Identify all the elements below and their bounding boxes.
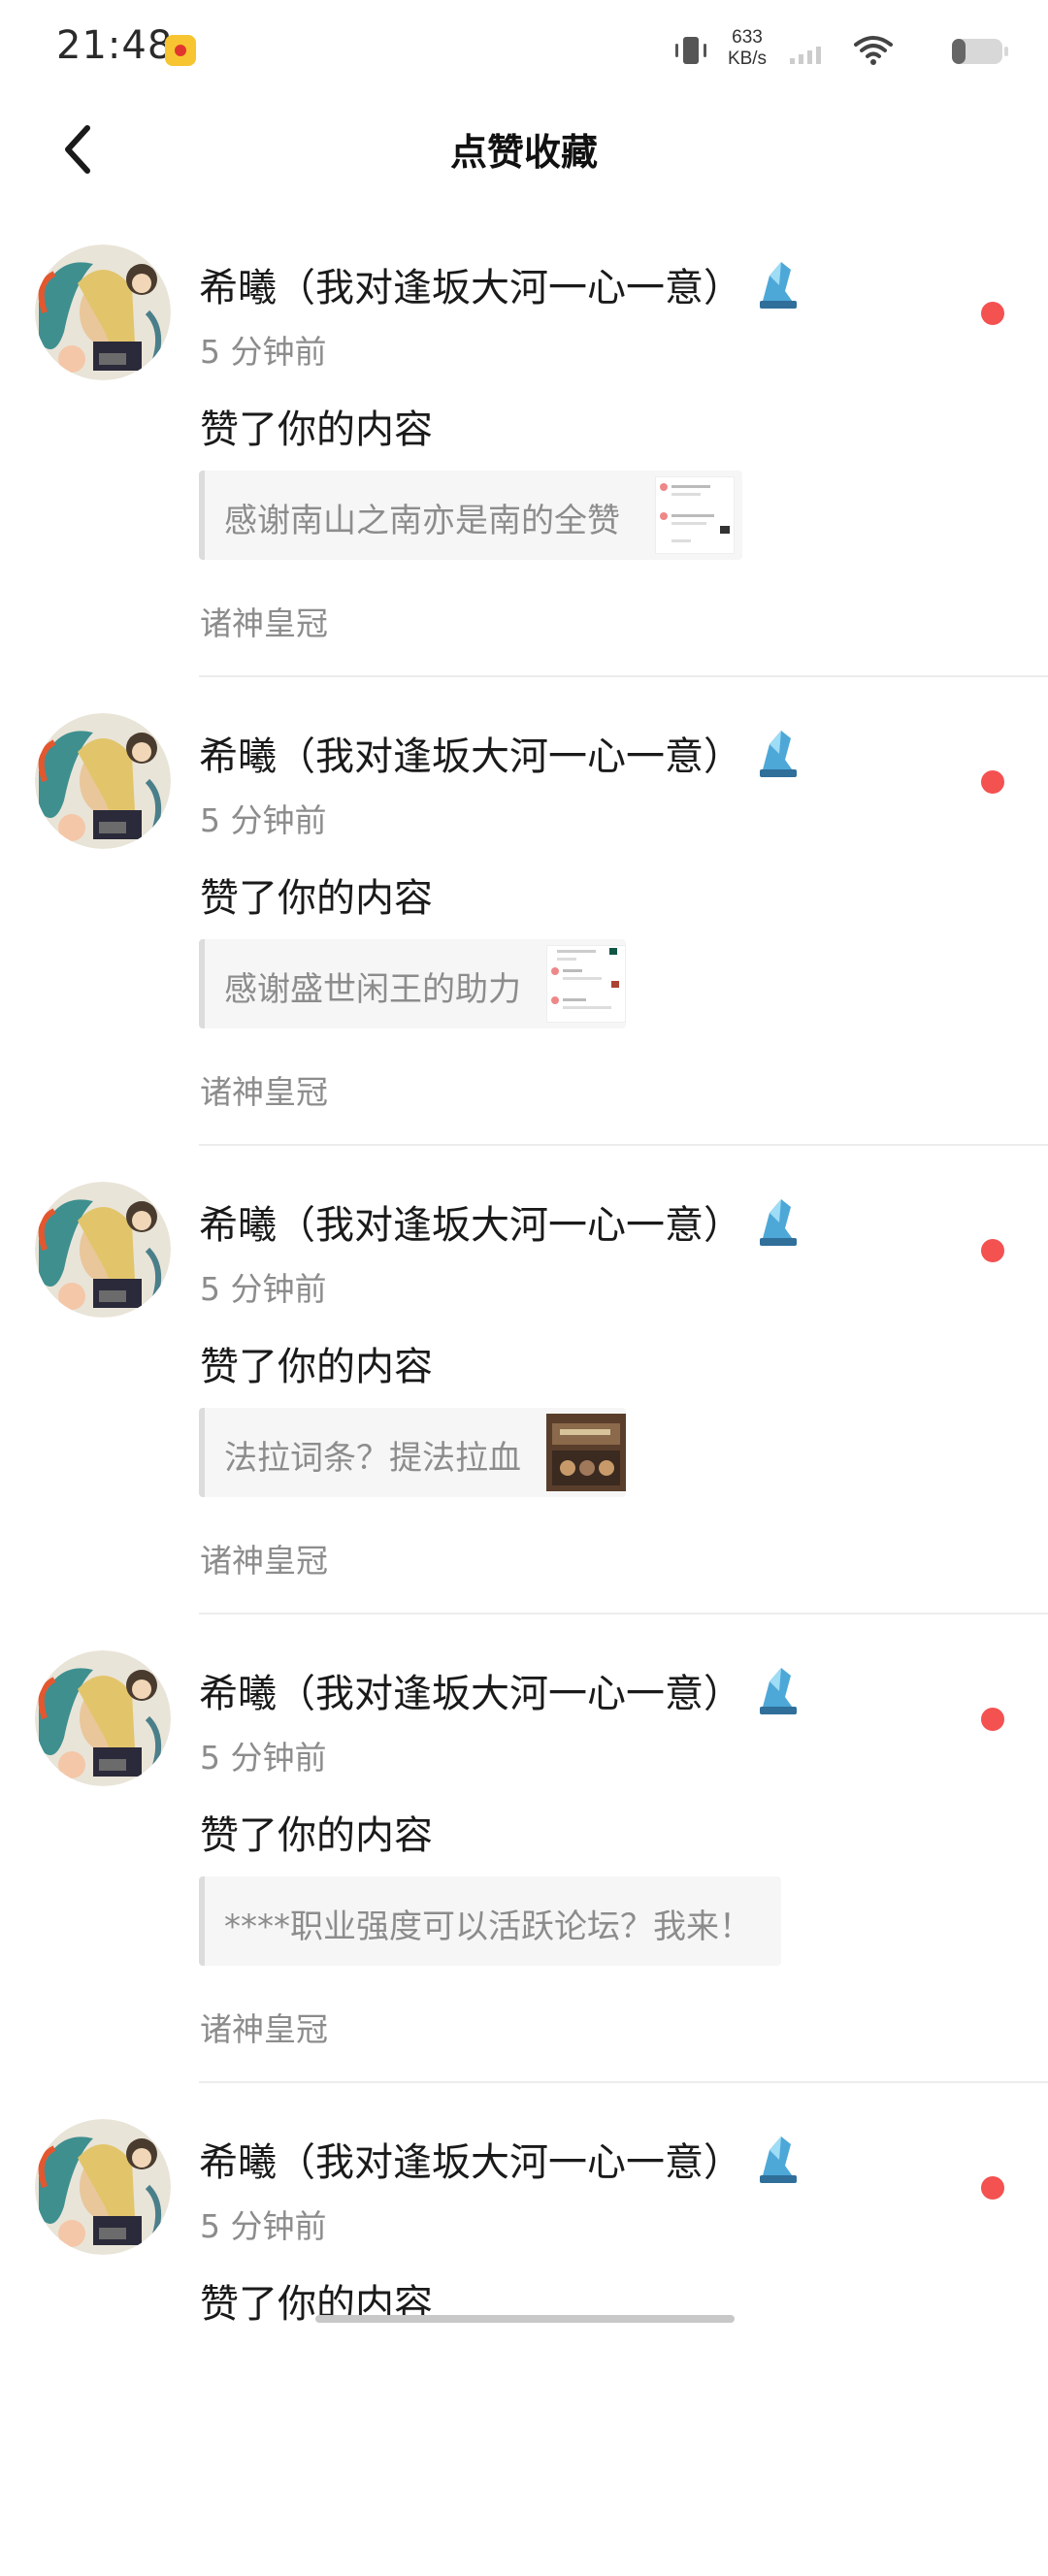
avatar[interactable] (35, 245, 171, 380)
unread-dot (981, 770, 1004, 794)
divider (199, 675, 1048, 677)
unread-dot (981, 2176, 1004, 2200)
quote-text: 法拉词条？提法拉血 (224, 1439, 521, 1478)
divider (199, 1144, 1048, 1146)
status-icons: 633 KB/s (602, 25, 1009, 74)
crystal-badge-icon (760, 731, 797, 777)
username[interactable]: 希曦（我对逢坂大河一心一意） (199, 1662, 742, 1718)
quoted-post[interactable]: 感谢盛世闲王的助力 (199, 939, 626, 1028)
forum-category[interactable]: 诸神皇冠 (200, 1066, 328, 1113)
avatar[interactable] (35, 1650, 171, 1786)
quote-thumbnail (546, 1414, 626, 1491)
avatar-image (35, 1650, 171, 1786)
divider (199, 1613, 1048, 1614)
status-bar: 21:48 633 KB/s (0, 0, 1048, 97)
net-speed-unit: KB/s (727, 49, 768, 69)
status-time: 21:48 (56, 23, 174, 68)
forum-category[interactable]: 诸神皇冠 (200, 598, 328, 644)
crystal-badge-icon (760, 1668, 797, 1714)
timestamp: 5 分钟前 (200, 1270, 327, 1308)
notification-item[interactable]: 希曦（我对逢坂大河一心一意） 5 分钟前 赞了你的内容 感谢盛世闲王的助力 诸神… (0, 701, 1048, 1170)
avatar-image (35, 1182, 171, 1318)
action-text: 赞了你的内容 (200, 1813, 433, 1858)
notification-item[interactable]: 希曦（我对逢坂大河一心一意） 5 分钟前 赞了你的内容 感谢南山之南亦是南的全赞 (0, 233, 1048, 701)
quote-text: ****职业强度可以活跃论坛？我来！ (224, 1908, 752, 1946)
notification-item[interactable]: 希曦（我对逢坂大河一心一意） 5 分钟前 赞了你的内容 ****职业强度可以活跃… (0, 1639, 1048, 2107)
avatar-image (35, 245, 171, 380)
quote-text: 感谢盛世闲王的助力 (224, 970, 521, 1009)
battery-icon (952, 39, 1008, 64)
page-title: 点赞收藏 (449, 131, 598, 174)
crystal-badge-icon (760, 2136, 797, 2183)
quote-thumbnail (655, 476, 735, 554)
avatar-image (35, 713, 171, 849)
crystal-badge-icon (760, 262, 797, 309)
forum-category[interactable]: 诸神皇冠 (200, 1535, 328, 1581)
quote-text: 感谢南山之南亦是南的全赞 (224, 502, 620, 540)
timestamp: 5 分钟前 (200, 801, 327, 839)
net-speed-value: 633 (732, 27, 763, 48)
notification-item[interactable]: 希曦（我对逢坂大河一心一意） 5 分钟前 赞了你的内容 (0, 2107, 1048, 2576)
username[interactable]: 希曦（我对逢坂大河一心一意） (199, 256, 742, 312)
quote-thumbnail (546, 945, 626, 1023)
action-text: 赞了你的内容 (200, 1345, 433, 1389)
header: 点赞收藏 (0, 97, 1048, 204)
app-badge-icon (165, 35, 196, 66)
notification-item[interactable]: 希曦（我对逢坂大河一心一意） 5 分钟前 赞了你的内容 法拉词条？提法拉血 诸神… (0, 1170, 1048, 1639)
timestamp: 5 分钟前 (200, 1739, 327, 1777)
wifi-icon (854, 36, 893, 65)
avatar-image (35, 2119, 171, 2255)
quoted-post[interactable]: 法拉词条？提法拉血 (199, 1408, 626, 1497)
action-text: 赞了你的内容 (200, 876, 433, 921)
timestamp: 5 分钟前 (200, 2207, 327, 2245)
network-speed: 633 KB/s (718, 27, 776, 70)
notification-list: 希曦（我对逢坂大河一心一意） 5 分钟前 赞了你的内容 感谢南山之南亦是南的全赞 (0, 233, 1048, 2576)
divider (199, 2081, 1048, 2083)
quoted-post[interactable]: 感谢南山之南亦是南的全赞 (199, 471, 742, 560)
avatar[interactable] (35, 1182, 171, 1318)
action-text: 赞了你的内容 (200, 408, 433, 452)
crystal-badge-icon (760, 1199, 797, 1246)
username[interactable]: 希曦（我对逢坂大河一心一意） (199, 2131, 742, 2187)
unread-dot (981, 1239, 1004, 1262)
username[interactable]: 希曦（我对逢坂大河一心一意） (199, 725, 742, 781)
avatar[interactable] (35, 713, 171, 849)
quoted-post[interactable]: ****职业强度可以活跃论坛？我来！ (199, 1876, 781, 1966)
unread-dot (981, 302, 1004, 325)
username[interactable]: 希曦（我对逢坂大河一心一意） (199, 1193, 742, 1250)
avatar[interactable] (35, 2119, 171, 2255)
signal-icon (790, 47, 821, 64)
home-indicator[interactable] (315, 2315, 735, 2323)
unread-dot (981, 1708, 1004, 1731)
vibrate-icon (675, 37, 706, 64)
forum-category[interactable]: 诸神皇冠 (200, 2004, 328, 2050)
timestamp: 5 分钟前 (200, 333, 327, 371)
